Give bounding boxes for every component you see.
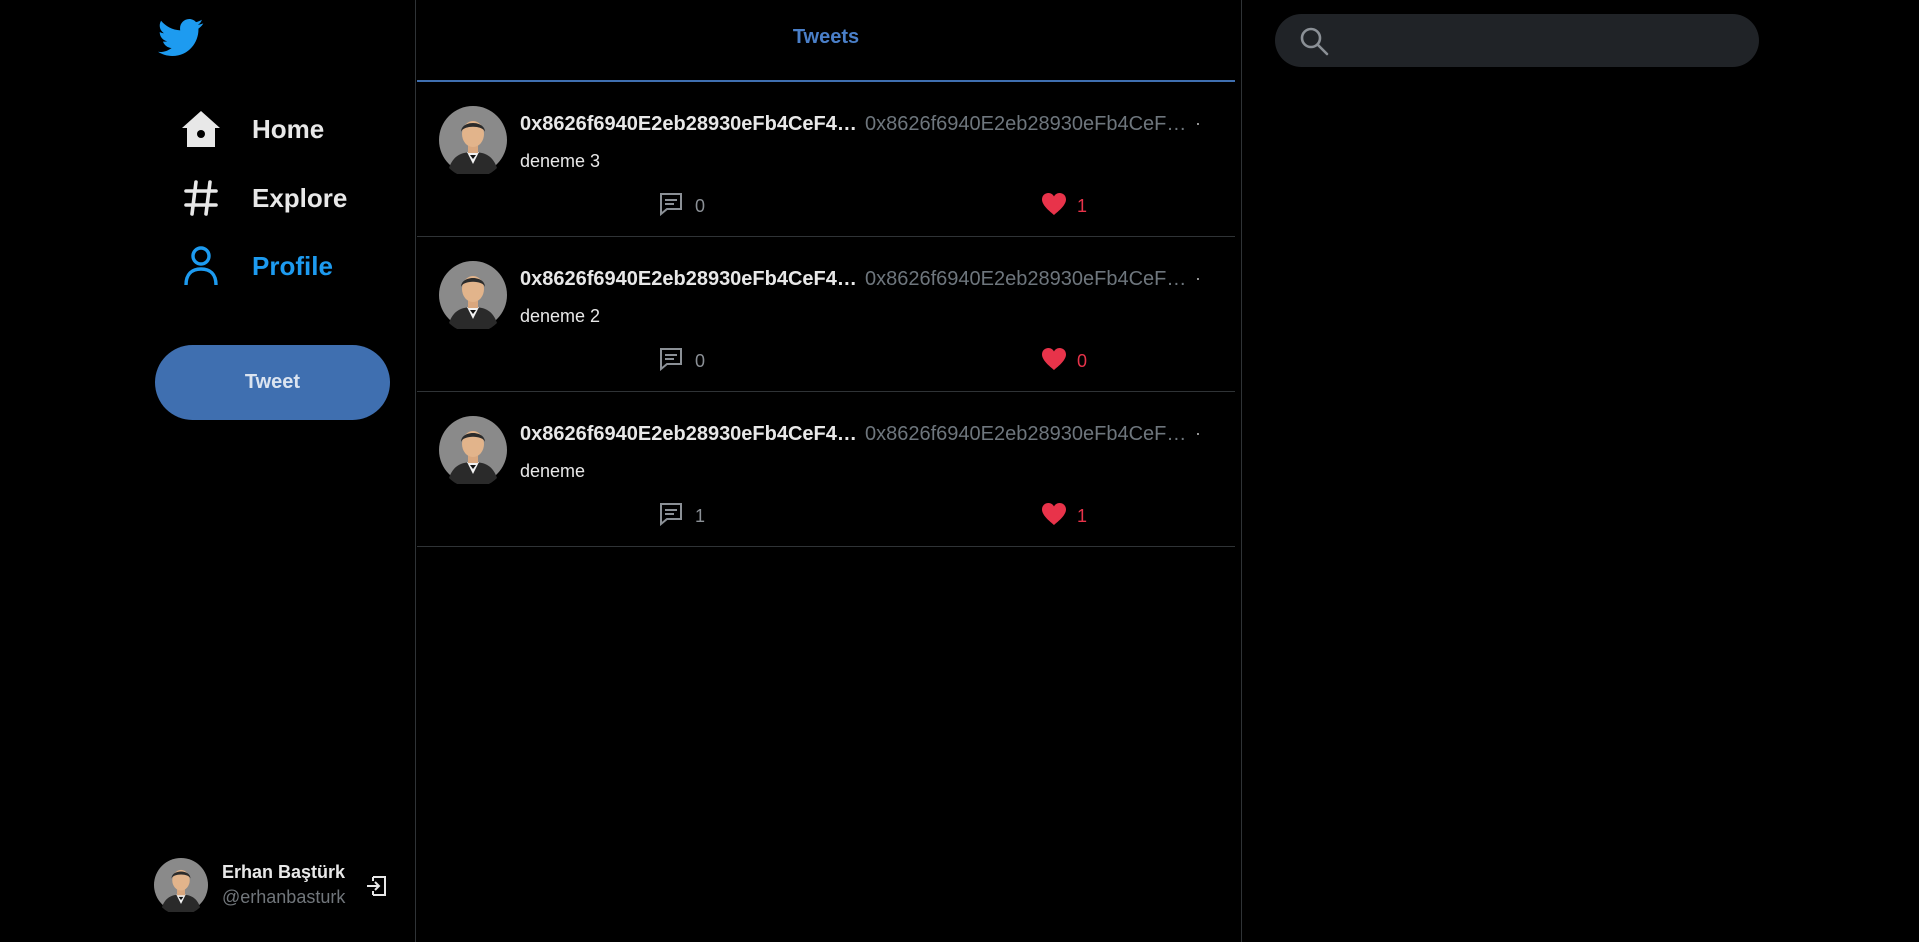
tab-tweets[interactable]: Tweets xyxy=(793,26,859,49)
sidebar-item-home[interactable]: Home xyxy=(178,101,324,157)
comment-icon xyxy=(659,192,683,221)
tweet-text: deneme 2 xyxy=(520,306,601,326)
tweet-item[interactable]: 0x8626f6940E2eb28930eFb4CeF49B2d1F2C9C11… xyxy=(417,237,1235,392)
tab-bar: Tweets xyxy=(417,0,1235,82)
search-icon[interactable] xyxy=(1299,26,1329,56)
sidebar-item-profile[interactable]: Profile xyxy=(178,238,333,294)
comment-button[interactable]: 1 xyxy=(659,502,705,531)
comment-button[interactable]: 0 xyxy=(659,192,705,221)
sidebar-item-explore[interactable]: Explore xyxy=(178,170,347,226)
hashtag-icon xyxy=(178,175,224,221)
tweet-text: deneme 3 xyxy=(520,151,601,171)
logout-icon[interactable] xyxy=(364,874,388,898)
like-count: 1 xyxy=(1077,196,1088,216)
heart-icon xyxy=(1041,502,1067,531)
like-button[interactable]: 1 xyxy=(1041,502,1087,531)
tweet-item[interactable]: 0x8626f6940E2eb28930eFb4CeF49B2d1F2C9C11… xyxy=(417,82,1235,237)
avatar[interactable] xyxy=(439,261,507,333)
twitter-logo-icon[interactable] xyxy=(158,18,204,58)
tweet-author-name[interactable]: 0x8626f6940E2eb28930eFb4CeF49B2d1F2C9C11… xyxy=(520,113,860,136)
heart-icon xyxy=(1041,192,1067,221)
tweet-text: deneme xyxy=(520,461,586,481)
comment-count: 1 xyxy=(695,506,706,526)
tweet-separator: · xyxy=(1195,268,1201,288)
tweet-author-handle[interactable]: 0x8626f6940E2eb28930eFb4CeF49B2d1F2C9C11… xyxy=(865,268,1187,291)
account-display-name: Erhan Baştürk xyxy=(222,862,346,882)
sidebar-item-label: Home xyxy=(252,113,325,144)
like-button[interactable]: 1 xyxy=(1041,192,1087,221)
sidebar-item-label: Profile xyxy=(252,250,333,281)
app: Home Explore Profile Tweet Erhan Baştürk… xyxy=(0,0,1919,942)
comment-count: 0 xyxy=(695,196,706,216)
like-button[interactable]: 0 xyxy=(1041,347,1087,376)
heart-icon xyxy=(1041,347,1067,376)
tweet-separator: · xyxy=(1195,423,1201,443)
tweet-button[interactable]: Tweet xyxy=(155,345,390,420)
account-switcher[interactable]: Erhan Baştürk @erhanbasturk xyxy=(154,858,345,916)
like-count: 0 xyxy=(1077,351,1088,371)
tweet-author-handle[interactable]: 0x8626f6940E2eb28930eFb4CeF49B2d1F2C9C11… xyxy=(865,423,1187,446)
like-count: 1 xyxy=(1077,506,1088,526)
avatar[interactable] xyxy=(439,106,507,178)
column-divider xyxy=(1241,0,1242,942)
comment-count: 0 xyxy=(695,351,706,371)
search-input[interactable] xyxy=(1341,29,1739,52)
home-icon xyxy=(178,106,224,152)
search-bar[interactable] xyxy=(1275,14,1759,67)
account-names: Erhan Baştürk @erhanbasturk xyxy=(222,860,345,910)
comment-icon xyxy=(659,347,683,376)
avatar[interactable] xyxy=(439,416,507,488)
main-feed: Tweets 0x8626f6940E2eb28930eFb4CeF49B2d1… xyxy=(417,0,1235,942)
account-handle: @erhanbasturk xyxy=(222,887,346,907)
avatar xyxy=(154,858,208,916)
tweet-item[interactable]: 0x8626f6940E2eb28930eFb4CeF49B2d1F2C9C11… xyxy=(417,392,1235,547)
comment-button[interactable]: 0 xyxy=(659,347,705,376)
tweet-separator: · xyxy=(1195,113,1201,133)
tweet-author-handle[interactable]: 0x8626f6940E2eb28930eFb4CeF49B2d1F2C9C11… xyxy=(865,113,1187,136)
tweet-author-name[interactable]: 0x8626f6940E2eb28930eFb4CeF49B2d1F2C9C11… xyxy=(520,423,860,446)
sidebar: Home Explore Profile Tweet Erhan Baştürk… xyxy=(0,0,416,942)
comment-icon xyxy=(659,502,683,531)
user-icon xyxy=(178,243,224,289)
tweet-list: 0x8626f6940E2eb28930eFb4CeF49B2d1F2C9C11… xyxy=(417,82,1235,547)
tweet-author-name[interactable]: 0x8626f6940E2eb28930eFb4CeF49B2d1F2C9C11… xyxy=(520,268,860,291)
sidebar-item-label: Explore xyxy=(252,182,348,213)
